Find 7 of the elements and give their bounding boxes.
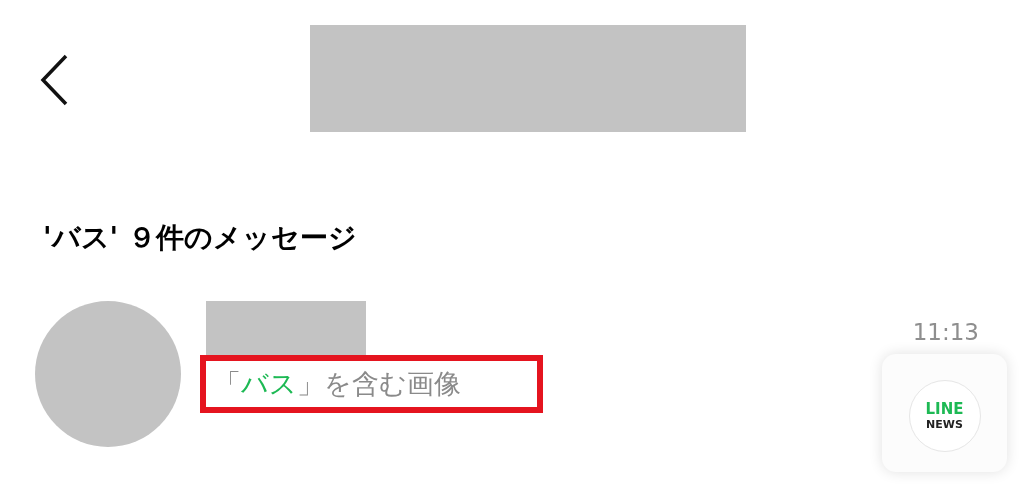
message-snippet: 「バス」を含む画像 (214, 367, 461, 401)
message-result-row[interactable]: 「バス」を含む画像 11:13 LINE NEWS (0, 301, 1024, 489)
thumbnail-card[interactable]: LINE NEWS (882, 354, 1007, 472)
message-time: 11:13 (912, 318, 979, 347)
results-heading: 'バス' ９件のメッセージ (43, 220, 357, 256)
logo-text: NEWS (926, 419, 963, 430)
logo-text: LINE (925, 402, 964, 417)
